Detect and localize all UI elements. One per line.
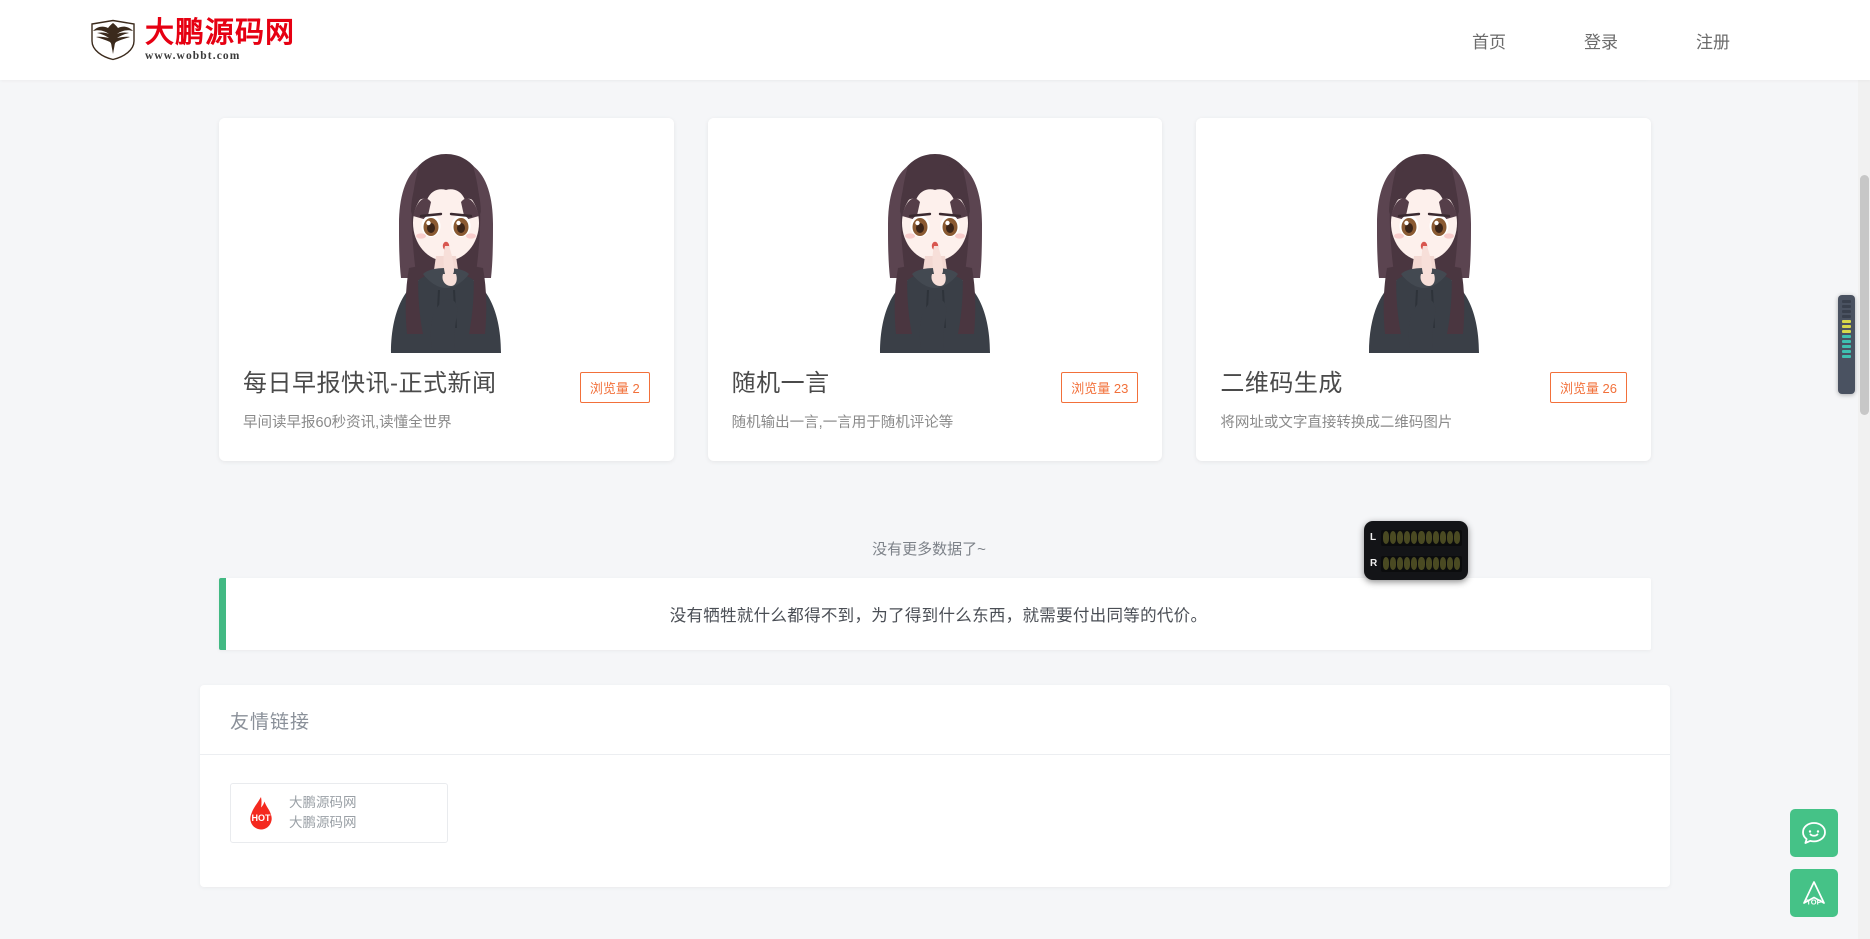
site-logo[interactable]: 大鹏源码网 www.wobbt.com xyxy=(85,17,296,62)
friend-link-title: 大鹏源码网 xyxy=(289,795,357,811)
card-title: 随机一言 xyxy=(731,370,830,397)
nav-login[interactable]: 登录 xyxy=(1574,22,1628,59)
view-count-badge[interactable]: 浏览量 23 xyxy=(1061,372,1139,403)
anime-girl-illustration-icon xyxy=(880,154,990,353)
vu-segment xyxy=(1397,531,1404,544)
vu-segment xyxy=(1418,557,1425,570)
svg-text:TOP: TOP xyxy=(1806,898,1821,907)
vu-right-track xyxy=(1381,555,1462,572)
edge-segment xyxy=(1842,355,1851,358)
vu-left-label: L xyxy=(1370,532,1377,543)
edge-segment xyxy=(1842,300,1851,303)
card-thumbnail xyxy=(707,118,1163,353)
logo-url-text: www.wobbt.com xyxy=(145,49,241,62)
friend-links-panel: 友情链接 HOT 大鹏源码网 大鹏源码网 xyxy=(200,685,1670,887)
nav-home[interactable]: 首页 xyxy=(1462,22,1516,59)
vu-segment xyxy=(1432,557,1439,570)
vu-segment xyxy=(1425,557,1432,570)
vu-segment xyxy=(1411,557,1418,570)
vu-segment xyxy=(1432,531,1439,544)
card-description: 早间读早报60秒资讯,读懂全世界 xyxy=(243,415,452,431)
vu-segment xyxy=(1439,531,1446,544)
site-header: 大鹏源码网 www.wobbt.com 首页 登录 注册 xyxy=(0,0,1870,80)
edge-level-slider-widget[interactable] xyxy=(1838,295,1855,394)
logo-brand-text: 大鹏源码网 xyxy=(145,17,296,50)
friend-link-desc: 大鹏源码网 xyxy=(289,815,357,830)
app-card-grid: 每日早报快讯-正式新闻 浏览量 2 早间读早报60秒资讯,读懂全世界 随机一言 … xyxy=(219,118,1652,461)
card-body: 每日早报快讯-正式新闻 浏览量 2 早间读早报60秒资讯,读懂全世界 xyxy=(219,353,674,461)
vu-channel-right: R xyxy=(1370,553,1462,574)
friend-links-title: 友情链接 xyxy=(200,685,1670,755)
page-scrollbar-track[interactable] xyxy=(1858,0,1870,939)
edge-segment xyxy=(1842,315,1851,318)
vu-segment xyxy=(1390,557,1397,570)
vu-channel-left: L xyxy=(1370,527,1462,548)
vu-segment xyxy=(1446,557,1453,570)
vu-segment xyxy=(1383,531,1390,544)
quote-panel: 没有牺牲就什么都得不到，为了得到什么东西，就需要付出同等的代价。 xyxy=(219,578,1651,650)
card-title: 每日早报快讯-正式新闻 xyxy=(243,370,497,397)
card-description: 将网址或文字直接转换成二维码图片 xyxy=(1220,415,1453,431)
floating-action-buttons: TOP xyxy=(1790,809,1838,917)
nav-register[interactable]: 注册 xyxy=(1686,22,1740,59)
edge-segment xyxy=(1842,305,1851,308)
edge-segment xyxy=(1842,340,1851,343)
vu-segment xyxy=(1418,531,1425,544)
hot-flame-icon: HOT xyxy=(243,795,279,831)
vu-left-track xyxy=(1381,529,1462,546)
anime-girl-illustration-icon xyxy=(391,154,502,353)
friend-link-item[interactable]: HOT 大鹏源码网 大鹏源码网 xyxy=(230,783,448,843)
top-arrow-icon: TOP xyxy=(1799,878,1829,908)
vu-segment xyxy=(1425,531,1432,544)
anime-girl-illustration-icon xyxy=(1368,154,1479,353)
smiley-chat-icon xyxy=(1800,819,1828,847)
page-scrollbar-thumb[interactable] xyxy=(1860,175,1869,415)
card-description: 随机输出一言,一言用于随机评论等 xyxy=(731,415,954,431)
edge-segment xyxy=(1842,335,1851,338)
edge-segment xyxy=(1842,310,1851,313)
vu-segment xyxy=(1404,557,1411,570)
vu-segment xyxy=(1453,557,1461,570)
edge-segment xyxy=(1842,325,1851,328)
card-body: 随机一言 浏览量 23 随机输出一言,一言用于随机评论等 xyxy=(708,353,1163,461)
audio-vu-meter-widget[interactable]: L R xyxy=(1364,521,1468,580)
vu-segment xyxy=(1453,531,1461,544)
vu-segment xyxy=(1397,557,1404,570)
vu-right-label: R xyxy=(1370,558,1378,569)
card-thumbnail xyxy=(1196,118,1652,353)
card-thumbnail xyxy=(219,118,674,353)
view-count-badge[interactable]: 浏览量 2 xyxy=(579,372,650,403)
svg-text:HOT: HOT xyxy=(252,813,272,823)
quote-text: 没有牺牲就什么都得不到，为了得到什么东西，就需要付出同等的代价。 xyxy=(669,607,1208,625)
page-root: 每日早报快讯-正式新闻 浏览量 2 早间读早报60秒资讯,读懂全世界 随机一言 … xyxy=(0,0,1858,939)
main-navigation: 首页 登录 注册 xyxy=(1462,22,1740,59)
app-card[interactable]: 二维码生成 浏览量 26 将网址或文字直接转换成二维码图片 xyxy=(1196,118,1652,461)
edge-segment xyxy=(1842,330,1851,333)
vu-segment xyxy=(1439,557,1446,570)
edge-segment xyxy=(1842,320,1851,323)
list-end-message: 没有更多数据了~ xyxy=(872,541,986,558)
edge-segment xyxy=(1842,345,1851,348)
edge-segment xyxy=(1842,350,1851,353)
feedback-smiley-button[interactable] xyxy=(1790,809,1838,857)
vu-segment xyxy=(1446,531,1453,544)
vu-segment xyxy=(1383,557,1390,570)
app-card[interactable]: 随机一言 浏览量 23 随机输出一言,一言用于随机评论等 xyxy=(707,118,1163,461)
eagle-emblem-icon xyxy=(85,19,141,61)
card-title: 二维码生成 xyxy=(1220,370,1343,397)
view-count-badge[interactable]: 浏览量 26 xyxy=(1549,372,1628,403)
vu-segment xyxy=(1390,531,1397,544)
back-to-top-button[interactable]: TOP xyxy=(1790,869,1838,917)
vu-segment xyxy=(1404,531,1411,544)
app-card[interactable]: 每日早报快讯-正式新闻 浏览量 2 早间读早报60秒资讯,读懂全世界 xyxy=(219,118,674,461)
friend-links-list: HOT 大鹏源码网 大鹏源码网 xyxy=(200,755,1670,843)
card-body: 二维码生成 浏览量 26 将网址或文字直接转换成二维码图片 xyxy=(1196,353,1651,461)
vu-segment xyxy=(1411,531,1418,544)
